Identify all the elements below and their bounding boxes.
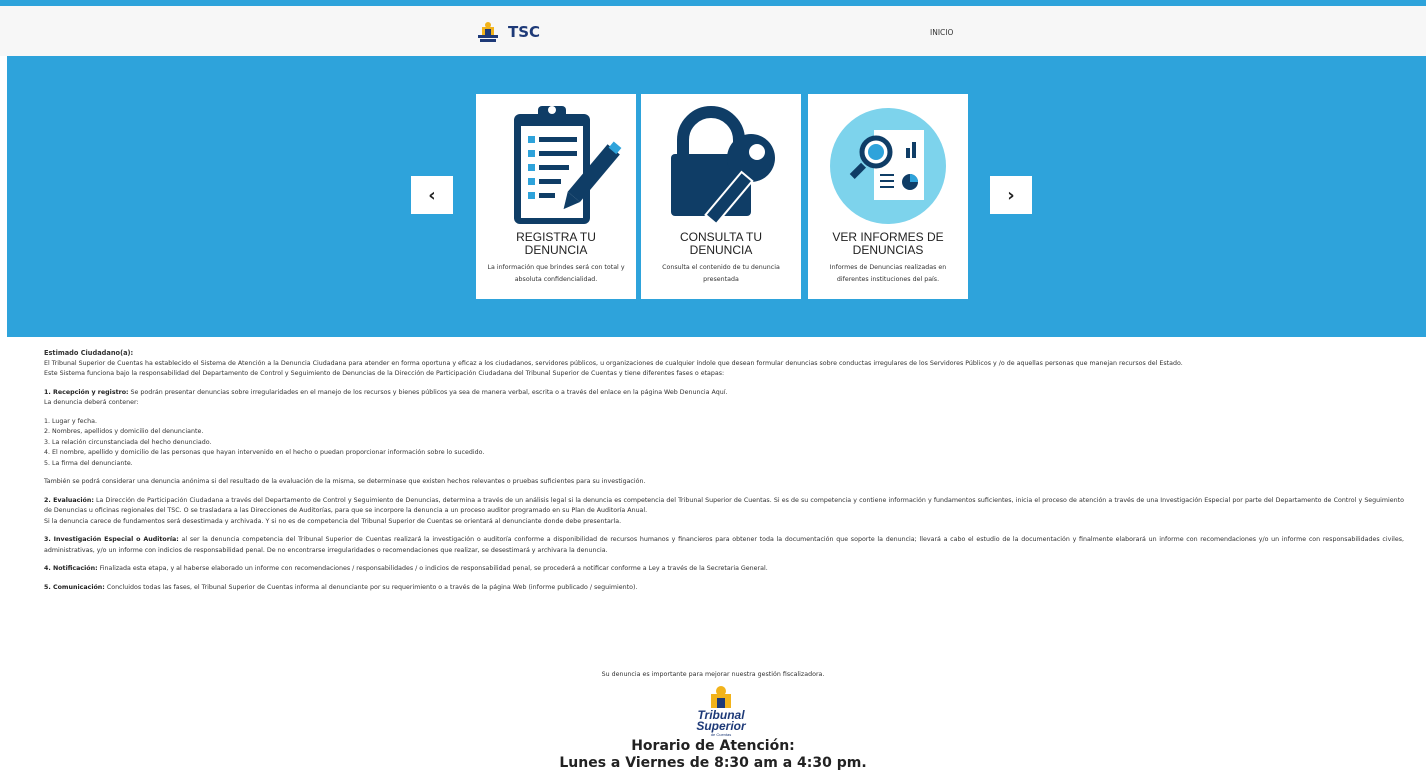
section-investigacion: 3. Investigación Especial o Auditoría: a… — [44, 535, 1404, 556]
brand-name: TSC — [508, 23, 541, 41]
intro-paragraph-2: Este Sistema funciona bajo la responsabi… — [44, 370, 725, 377]
tribunal-logo: Tribunal Superior de Cuentas — [696, 686, 747, 737]
carousel-prev-button[interactable]: ‹ — [411, 176, 453, 214]
logo-line-3: de Cuentas — [711, 732, 731, 737]
closing-note: Su denuncia es importante para mejorar n… — [601, 671, 825, 678]
section-evaluacion-label: 2. Evaluación: — [44, 496, 94, 504]
card-desc-consulta: Consulta el contenido de tu denuncia pre… — [662, 264, 780, 283]
list-item: 5. La firma del denunciante. — [44, 459, 133, 467]
horario-block: Horario de Atención: Lunes a Viernes de … — [0, 738, 1426, 772]
intro-paragraph-1: El Tribunal Superior de Cuentas ha estab… — [44, 359, 1183, 367]
card-consulta-denuncia[interactable]: CONSULTA TU DENUNCIA Consulta el conteni… — [641, 94, 801, 299]
section-investigacion-text: al ser la denuncia competencia del Tribu… — [44, 536, 1404, 554]
card-title-informes: VER INFORMES DE DENUNCIAS — [832, 230, 944, 257]
section-comunicacion-text: Concluidos todas las fases, el Tribunal … — [104, 583, 638, 591]
list-item: 2. Nombres, apellidos y domicilio del de… — [44, 428, 204, 435]
section-comunicacion-label: 5. Comunicación: — [44, 583, 105, 591]
section-recepcion-line2: La denuncia deberá contener: — [44, 399, 139, 406]
card-title-consulta: CONSULTA TU DENUNCIA — [679, 230, 762, 257]
card-ver-informes[interactable]: VER INFORMES DE DENUNCIAS Informes de De… — [808, 94, 968, 299]
report-magnifier-icon — [830, 108, 946, 224]
section-comunicacion: 5. Comunicación: Concluidos todas las fa… — [44, 583, 1404, 594]
card-title-registra: REGISTRA TU DENUNCIA — [516, 230, 596, 257]
nav-link-inicio[interactable]: INICIO — [930, 28, 953, 37]
horario-time: Lunes a Viernes de 8:30 am a 4:30 pm. — [559, 755, 867, 771]
logo-line-2: Superior — [696, 719, 747, 733]
section-notificacion-label: 4. Notificación: — [44, 565, 98, 572]
section-evaluacion-text: La Dirección de Participación Ciudadana … — [44, 496, 1404, 515]
navbar: TSC INICIO — [0, 6, 1426, 56]
lock-key-icon — [671, 106, 775, 226]
section-investigacion-label: 3. Investigación Especial o Auditoría: — [44, 536, 179, 543]
hero-carousel: ‹ › REGISTRA TU DENUNCIA La información … — [7, 56, 1426, 337]
section-notificacion-text: Finalizada esta etapa, y al haberse elab… — [97, 565, 768, 572]
anonymous-note: También se podrá considerar una denuncia… — [44, 478, 646, 485]
list-item: 1. Lugar y fecha. — [44, 417, 97, 425]
section-evaluacion-line2: Si la denuncia carece de fundamentos ser… — [44, 517, 622, 525]
list-item: 3. La relación circunstanciada del hecho… — [44, 438, 212, 446]
clipboard-pencil-icon — [514, 106, 622, 224]
section-recepcion-label: 1. Recepción y registro: — [44, 388, 129, 396]
horario-title: Horario de Atención: — [631, 738, 795, 754]
card-desc-informes: Informes de Denuncias realizadas en dife… — [829, 264, 947, 283]
tsc-logo-icon — [478, 22, 498, 42]
list-item: 4. El nombre, apellido y domicilio de la… — [44, 449, 485, 456]
info-content: Estimado Ciudadano(a): El Tribunal Super… — [44, 348, 1404, 593]
brand-link[interactable]: TSC — [476, 20, 540, 44]
card-desc-registra: La información que brindes será con tota… — [487, 264, 625, 283]
section-evaluacion: 2. Evaluación: La Dirección de Participa… — [44, 496, 1404, 517]
card-registra-denuncia[interactable]: REGISTRA TU DENUNCIA La información que … — [476, 94, 636, 299]
section-recepcion: 1. Recepción y registro: Se podrán prese… — [44, 388, 1404, 399]
carousel-next-button[interactable]: › — [990, 176, 1032, 214]
section-notificacion: 4. Notificación: Finalizada esta etapa, … — [44, 564, 1404, 575]
greeting: Estimado Ciudadano(a): — [44, 349, 134, 357]
section-recepcion-text: Se podrán presentar denuncias sobre irre… — [128, 388, 728, 396]
